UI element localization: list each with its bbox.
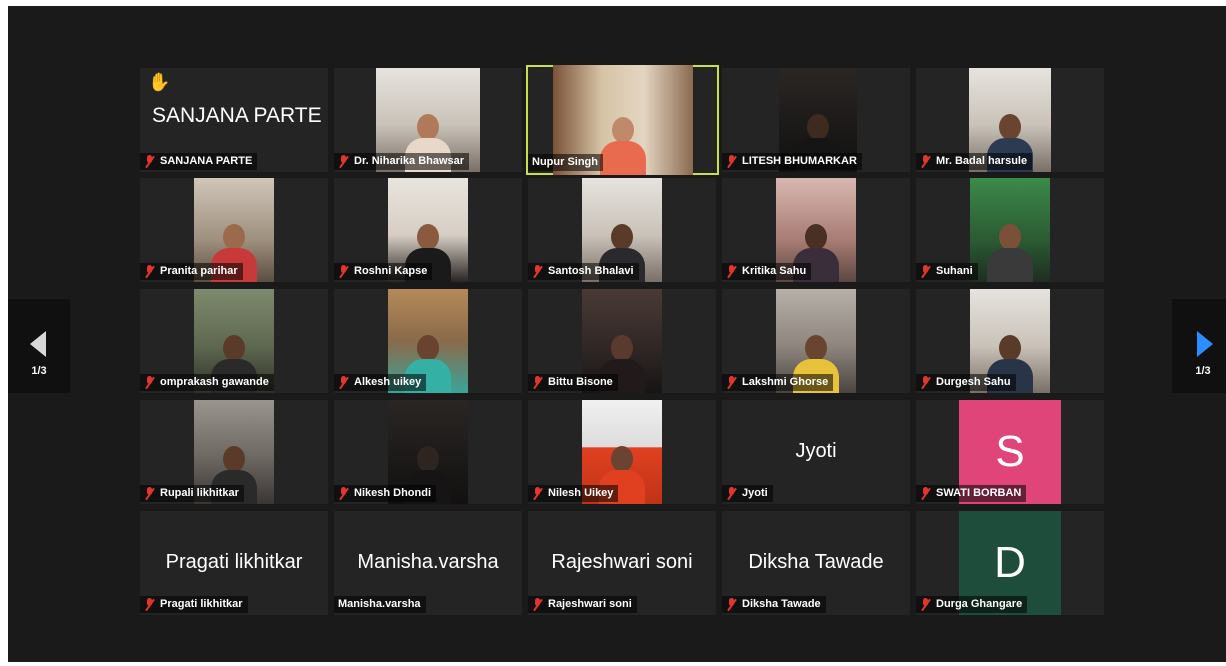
mic-muted-icon [532, 265, 543, 278]
participant-name-tag: Nikesh Dhondi [334, 485, 437, 502]
participant-tile[interactable]: Diksha Tawade Diksha Tawade [722, 511, 910, 615]
participant-tile[interactable]: Jyoti Jyoti [722, 400, 910, 504]
mic-muted-icon [726, 598, 737, 611]
participant-name-tag: Lakshmi Ghorse [722, 374, 834, 391]
mic-muted-icon [920, 155, 931, 168]
chevron-left-icon [30, 331, 46, 357]
participant-tile[interactable]: Nikesh Dhondi [334, 400, 522, 504]
participant-video [970, 178, 1050, 282]
participant-name-tag: Santosh Bhalavi [528, 263, 639, 280]
participant-name-tag: Mr. Badal harsule [916, 153, 1033, 170]
mic-muted-icon [726, 376, 737, 389]
participant-name-tag: Roshni Kapse [334, 263, 433, 280]
participant-name-tag: Kritika Sahu [722, 263, 812, 280]
mic-muted-icon [144, 265, 155, 278]
participant-tile[interactable]: Suhani [916, 178, 1104, 282]
participant-tile[interactable]: Kritika Sahu [722, 178, 910, 282]
participant-tile-active-speaker[interactable]: Nupur Singh [526, 65, 719, 175]
participant-name-tag: omprakash gawande [140, 374, 274, 391]
participant-name-tag: Dr. Niharika Bhawsar [334, 153, 470, 170]
mic-muted-icon [726, 487, 737, 500]
mic-muted-icon [920, 265, 931, 278]
participant-name-tag: SWATI BORBAN [916, 485, 1027, 502]
mic-muted-icon [144, 155, 155, 168]
participant-tile[interactable]: Nilesh Uikey [528, 400, 716, 504]
mic-muted-icon [338, 155, 349, 168]
participant-display-name: Jyoti [795, 440, 837, 462]
mic-muted-icon [532, 376, 543, 389]
participant-tile[interactable]: Santosh Bhalavi [528, 178, 716, 282]
participant-tile[interactable]: Rajeshwari soni Rajeshwari soni [528, 511, 716, 615]
participant-name-tag: Durgesh Sahu [916, 374, 1016, 391]
raised-hand-icon: ✋ [148, 72, 171, 92]
person-silhouette [987, 224, 1033, 282]
participant-tile[interactable]: omprakash gawande [140, 289, 328, 393]
mic-muted-icon [920, 376, 931, 389]
participant-tile[interactable]: Mr. Badal harsule [916, 68, 1104, 172]
participant-name-tag: Jyoti [722, 485, 773, 502]
participant-name-tag: Durga Ghangare [916, 596, 1028, 613]
page-indicator: 1/3 [1195, 365, 1211, 377]
participant-display-name: Diksha Tawade [748, 551, 884, 573]
mic-muted-icon [532, 487, 543, 500]
chevron-right-icon [1197, 331, 1213, 357]
participant-tile[interactable]: Durgesh Sahu [916, 289, 1104, 393]
participant-tile[interactable]: Alkesh uikey [334, 289, 522, 393]
participant-tile[interactable]: Pranita parihar [140, 178, 328, 282]
mic-muted-icon [726, 265, 737, 278]
participant-name-tag: Pragati likhitkar [140, 596, 248, 613]
participant-name-tag: Alkesh uikey [334, 374, 427, 391]
participant-tile[interactable]: D Durga Ghangare [916, 511, 1104, 615]
participant-name-tag: Rupali likhitkar [140, 485, 244, 502]
mic-muted-icon [144, 598, 155, 611]
mic-muted-icon [338, 487, 349, 500]
mic-muted-icon [144, 376, 155, 389]
participant-tile[interactable]: Manisha.varsha Manisha.varsha [334, 511, 522, 615]
participant-name-tag: Bittu Bisone [528, 374, 618, 391]
mic-muted-icon [532, 598, 543, 611]
participant-tile[interactable]: Bittu Bisone [528, 289, 716, 393]
participant-tile[interactable]: Rupali likhitkar [140, 400, 328, 504]
mic-muted-icon [920, 487, 931, 500]
participant-tile[interactable]: Dr. Niharika Bhawsar [334, 68, 522, 172]
participant-tile[interactable]: ✋ SANJANA PARTE SANJANA PARTE [140, 68, 328, 172]
participant-name-tag: Suhani [916, 263, 978, 280]
participant-name-tag: Manisha.varsha [334, 596, 426, 613]
participant-tile[interactable]: S SWATI BORBAN [916, 400, 1104, 504]
participant-name-tag: Diksha Tawade [722, 596, 826, 613]
mic-muted-icon [144, 487, 155, 500]
participant-tile[interactable]: LITESH BHUMARKAR [722, 68, 910, 172]
participant-name-tag: Nupur Singh [528, 154, 603, 171]
mic-muted-icon [920, 598, 931, 611]
participant-name-tag: Nilesh Uikey [528, 485, 619, 502]
participant-tile[interactable]: Pragati likhitkar Pragati likhitkar [140, 511, 328, 615]
participant-display-name: SANJANA PARTE [152, 104, 322, 127]
next-page-button[interactable]: 1/3 [1172, 299, 1226, 393]
participant-display-name: Rajeshwari soni [551, 551, 693, 573]
participant-tile[interactable]: Lakshmi Ghorse [722, 289, 910, 393]
participant-name-tag: Pranita parihar [140, 263, 243, 280]
mic-muted-icon [726, 155, 737, 168]
video-gallery: 1/3 1/3 ✋ SANJANA PARTE SANJANA PARTE Dr… [8, 6, 1226, 662]
participant-display-name: Manisha.varsha [357, 551, 499, 573]
previous-page-button[interactable]: 1/3 [8, 299, 70, 393]
participant-display-name: Pragati likhitkar [165, 551, 303, 573]
mic-muted-icon [338, 376, 349, 389]
mic-muted-icon [338, 265, 349, 278]
participant-name-tag: Rajeshwari soni [528, 596, 637, 613]
participant-name-tag: SANJANA PARTE [140, 153, 258, 170]
person-silhouette [599, 117, 646, 175]
participant-name-tag: LITESH BHUMARKAR [722, 153, 862, 170]
page-indicator: 1/3 [31, 365, 47, 377]
participant-tile[interactable]: Roshni Kapse [334, 178, 522, 282]
